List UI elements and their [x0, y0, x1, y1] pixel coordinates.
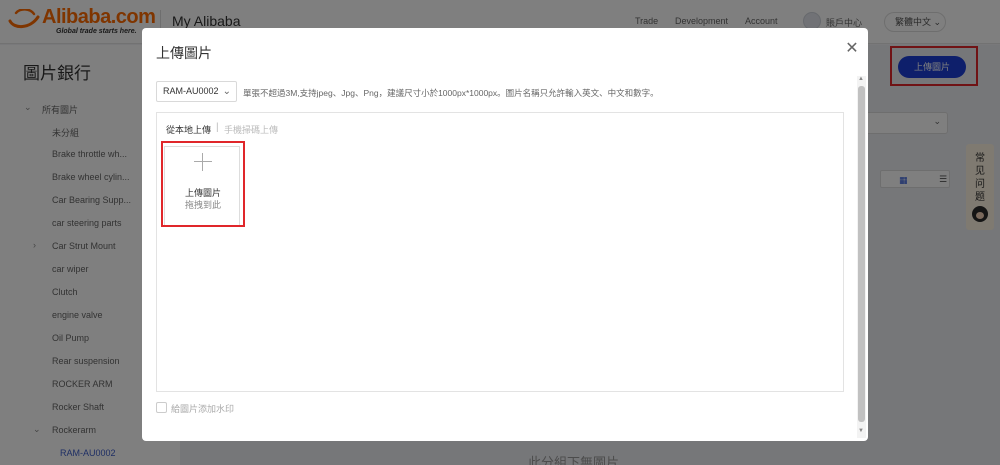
tab-divider: |	[216, 122, 219, 133]
watermark-checkbox[interactable]	[156, 402, 167, 413]
tab-mobile-upload[interactable]: 手機掃碼上傳	[224, 123, 278, 136]
scrollbar-thumb[interactable]	[858, 86, 865, 422]
highlight-box	[161, 141, 245, 227]
dialog-scrollbar[interactable]: ▲ ▼	[857, 76, 866, 438]
dialog-title: 上傳圖片	[156, 45, 212, 61]
upload-hint: 單張不超過3M,支持jpeg、Jpg、Png，建議尺寸小於1000px*1000…	[243, 88, 659, 98]
watermark-label: 給圖片添加水印	[171, 404, 235, 414]
tab-local-upload[interactable]: 從本地上傳	[166, 123, 211, 136]
scroll-up-icon[interactable]: ▲	[858, 76, 864, 82]
folder-select-value: RAM-AU0002	[163, 86, 219, 96]
scroll-down-icon[interactable]: ▼	[858, 428, 864, 434]
close-icon[interactable]: ✕	[843, 40, 861, 58]
upload-panel: 從本地上傳 | 手機掃碼上傳 上傳圖片 拖拽到此	[156, 112, 844, 392]
folder-select[interactable]: RAM-AU0002 ⌄	[156, 81, 237, 102]
upload-dialog: 上傳圖片 ✕ RAM-AU0002 ⌄ 單張不超過3M,支持jpeg、Jpg、P…	[142, 28, 868, 441]
chevron-down-icon: ⌄	[222, 86, 231, 97]
